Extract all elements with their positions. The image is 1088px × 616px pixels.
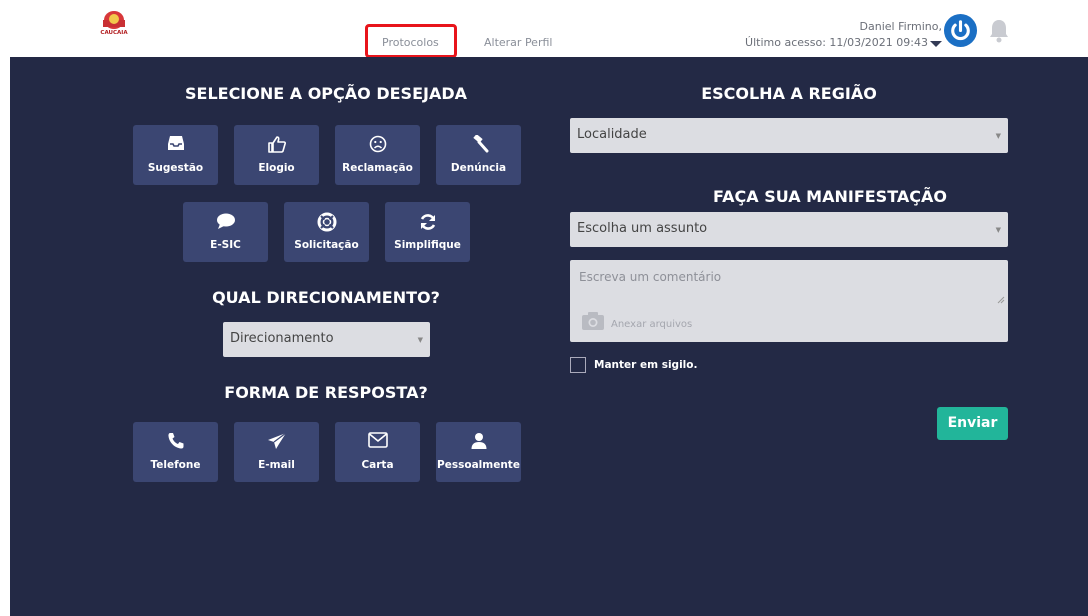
last-access: Último acesso: 11/03/2021 09:43 [745, 36, 928, 49]
direction-select[interactable]: Direcionamento ▼ [223, 322, 430, 357]
paper-plane-icon [267, 432, 286, 449]
secret-checkbox[interactable] [570, 357, 586, 373]
region-select[interactable]: Localidade ▼ [570, 118, 1008, 153]
option-simplifique-label: Simplifique [394, 239, 461, 251]
resize-handle-icon[interactable] [997, 296, 1005, 304]
option-esic-label: E-SIC [210, 239, 241, 251]
response-telefone-label: Telefone [150, 459, 201, 471]
response-pessoalmente-label: Pessoalmente [437, 459, 520, 471]
top-bar: CAUCAIA Protocolos Alterar Perfil Daniel… [0, 0, 1088, 58]
option-denuncia[interactable]: Denúncia [436, 125, 521, 185]
option-esic[interactable]: E-SIC [183, 202, 268, 262]
response-carta[interactable]: Carta [335, 422, 420, 482]
option-simplifique[interactable]: Simplifique [385, 202, 470, 262]
chevron-down-icon: ▼ [417, 336, 423, 344]
attach-files-button[interactable]: Anexar arquivos [581, 311, 701, 333]
option-reclamacao[interactable]: Reclamação [335, 125, 420, 185]
subject-select-value: Escolha um assunto [577, 221, 708, 236]
envelope-icon [367, 432, 388, 448]
phone-icon [167, 433, 183, 449]
option-denuncia-label: Denúncia [450, 162, 507, 174]
title-manifest: FAÇA SUA MANIFESTAÇÃO [713, 187, 947, 206]
gavel-icon [472, 135, 488, 153]
inbox-icon [167, 136, 184, 150]
response-pessoalmente[interactable]: Pessoalmente [436, 422, 521, 482]
main-panel: SELECIONE A OPÇÃO DESEJADA Sugestão Elog… [10, 57, 1088, 616]
option-solicitacao[interactable]: Solicitação [284, 202, 369, 262]
title-direction: QUAL DIRECIONAMENTO? [212, 288, 440, 307]
direction-select-value: Direcionamento [230, 331, 334, 346]
region-select-value: Localidade [577, 127, 647, 142]
send-button[interactable]: Enviar [937, 407, 1008, 440]
chevron-down-icon: ▼ [995, 226, 1001, 234]
response-carta-label: Carta [361, 459, 394, 471]
comment-placeholder: Escreva um comentário [579, 270, 722, 284]
option-sugestao-label: Sugestão [147, 162, 204, 174]
refresh-icon [420, 214, 435, 230]
option-elogio[interactable]: Elogio [234, 125, 319, 185]
subject-select[interactable]: Escolha um assunto ▼ [570, 212, 1008, 247]
user-menu-caret-icon[interactable] [930, 41, 942, 47]
chevron-down-icon: ▼ [995, 132, 1001, 140]
bell-icon[interactable] [987, 17, 1011, 43]
thumbs-up-icon [267, 136, 286, 153]
city-logo[interactable]: CAUCAIA [97, 7, 131, 39]
nav-alterar-perfil[interactable]: Alterar Perfil [484, 36, 552, 49]
title-response: FORMA DE RESPOSTA? [224, 383, 428, 402]
lifebuoy-icon [317, 212, 336, 232]
person-icon [471, 433, 486, 449]
option-sugestao[interactable]: Sugestão [133, 125, 218, 185]
response-telefone[interactable]: Telefone [133, 422, 218, 482]
option-elogio-label: Elogio [258, 162, 295, 174]
svg-text:CAUCAIA: CAUCAIA [100, 30, 128, 36]
secret-checkbox-label: Manter em sigilo. [594, 359, 698, 371]
response-email-label: E-mail [258, 459, 295, 471]
user-name: Daniel Firmino, [859, 20, 942, 33]
attach-files-label: Anexar arquivos [611, 319, 693, 330]
speech-bubble-icon [216, 213, 235, 229]
power-icon[interactable] [943, 13, 978, 48]
title-region: ESCOLHA A REGIÃO [701, 84, 877, 103]
nav-highlight-frame [365, 24, 457, 58]
title-select-option: SELECIONE A OPÇÃO DESEJADA [184, 84, 467, 103]
comment-textarea[interactable]: Escreva um comentário Anexar arquivos [570, 260, 1008, 342]
sad-face-icon [369, 135, 386, 153]
option-solicitacao-label: Solicitação [294, 239, 359, 251]
response-email[interactable]: E-mail [234, 422, 319, 482]
option-reclamacao-label: Reclamação [342, 162, 413, 174]
camera-icon [582, 312, 604, 330]
